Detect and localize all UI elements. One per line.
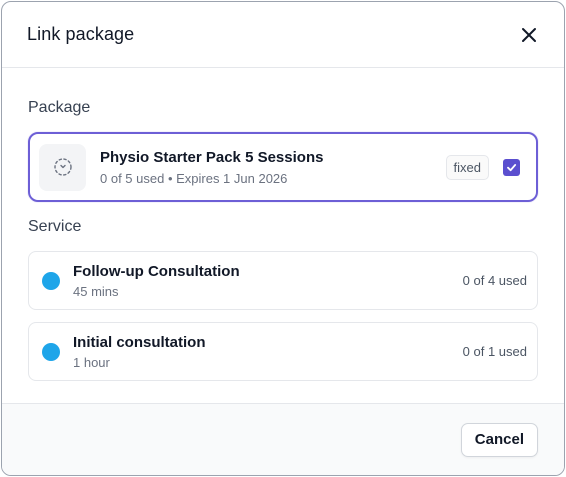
service-usage: 0 of 1 used xyxy=(462,344,527,359)
package-name: Physio Starter Pack 5 Sessions xyxy=(100,148,324,166)
service-text: Initial consultation 1 hour xyxy=(73,334,463,370)
close-button[interactable] xyxy=(514,20,544,50)
dialog-body: Package Physio Starter Pack 5 Sessions 0… xyxy=(2,99,564,381)
checkmark-icon xyxy=(507,163,517,171)
service-usage: 0 of 4 used xyxy=(462,273,527,288)
dialog-title: Link package xyxy=(27,24,135,44)
dialog-header: Link package xyxy=(2,2,564,68)
service-name: Follow-up Consultation xyxy=(73,262,240,280)
service-color-dot xyxy=(42,271,60,290)
package-type-badge: fixed xyxy=(445,154,489,180)
service-name: Initial consultation xyxy=(73,333,206,351)
package-text: Physio Starter Pack 5 Sessions 0 of 5 us… xyxy=(100,149,446,186)
package-icon-box xyxy=(39,143,86,191)
service-card[interactable]: Initial consultation 1 hour 0 of 1 used xyxy=(28,322,538,381)
link-package-dialog: Link package Package Physio Starter Pack… xyxy=(1,1,565,476)
service-card[interactable]: Follow-up Consultation 45 mins 0 of 4 us… xyxy=(28,251,538,310)
package-card-selected[interactable]: Physio Starter Pack 5 Sessions 0 of 5 us… xyxy=(28,132,538,202)
package-meta: 0 of 5 used • Expires 1 Jun 2026 xyxy=(100,170,288,186)
service-color-dot xyxy=(42,342,60,361)
service-duration: 1 hour xyxy=(73,354,110,370)
service-duration: 45 mins xyxy=(73,283,119,299)
package-checkbox[interactable] xyxy=(503,158,520,176)
dialog-footer: Cancel xyxy=(2,403,564,475)
service-section-label: Service xyxy=(28,218,82,235)
package-scan-icon xyxy=(53,158,72,176)
close-icon xyxy=(522,27,536,42)
service-text: Follow-up Consultation 45 mins xyxy=(73,263,463,299)
cancel-button[interactable]: Cancel xyxy=(460,422,538,457)
package-section-label: Package xyxy=(28,99,91,116)
